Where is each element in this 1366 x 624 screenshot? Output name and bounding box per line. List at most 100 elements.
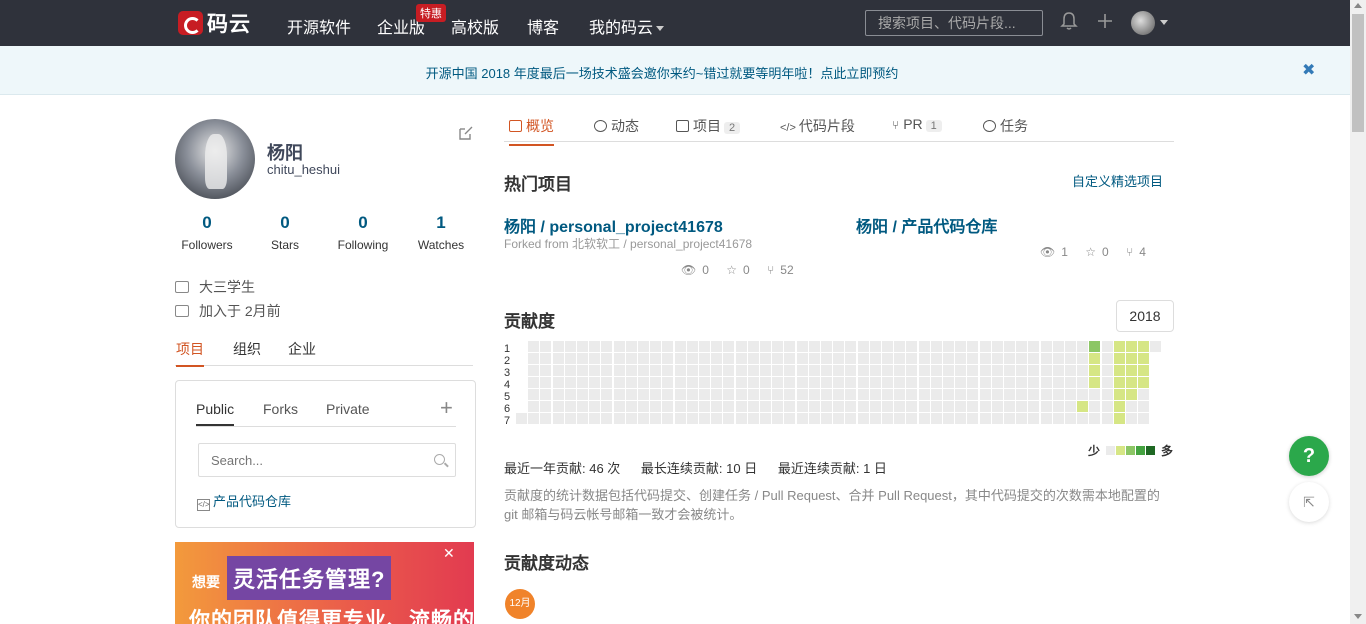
heatmap-cell[interactable] [565, 413, 576, 424]
heatmap-cell[interactable] [687, 341, 698, 352]
heatmap-cell[interactable] [845, 365, 856, 376]
heatmap-cell[interactable] [626, 401, 637, 412]
heatmap-cell[interactable] [1028, 413, 1039, 424]
scroll-up-arrow-icon[interactable] [1354, 3, 1362, 8]
promo-close-icon[interactable]: ✕ [443, 545, 455, 562]
heatmap-cell[interactable] [638, 389, 649, 400]
heatmap-cell[interactable] [650, 377, 661, 388]
heatmap-cell[interactable] [845, 413, 856, 424]
heatmap-cell[interactable] [919, 377, 930, 388]
heatmap-cell[interactable] [1065, 365, 1076, 376]
repo-tab-private[interactable]: Private [326, 401, 370, 424]
heatmap-cell[interactable] [614, 377, 625, 388]
heatmap-cell[interactable] [943, 353, 954, 364]
heatmap-cell[interactable] [540, 353, 551, 364]
heatmap-cell[interactable] [1028, 389, 1039, 400]
heatmap-cell[interactable] [906, 389, 917, 400]
heatmap-cell[interactable] [638, 341, 649, 352]
add-repo-plus-icon[interactable]: + [440, 395, 453, 421]
heatmap-cell[interactable] [675, 413, 686, 424]
heatmap-cell[interactable] [638, 377, 649, 388]
heatmap-cell[interactable] [662, 401, 673, 412]
heatmap-cell[interactable] [577, 389, 588, 400]
heatmap-cell[interactable] [699, 389, 710, 400]
heatmap-cell[interactable] [1102, 365, 1113, 376]
heatmap-cell[interactable] [870, 401, 881, 412]
heatmap-cell[interactable] [662, 353, 673, 364]
heatmap-cell[interactable] [614, 365, 625, 376]
heatmap-cell[interactable] [723, 353, 734, 364]
heatmap-cell[interactable] [919, 401, 930, 412]
heatmap-cell[interactable] [1053, 377, 1064, 388]
heatmap-cell[interactable] [858, 389, 869, 400]
tab-issues[interactable]: 任务 [983, 116, 1028, 144]
heatmap-cell[interactable] [931, 365, 942, 376]
heatmap-cell[interactable] [1004, 413, 1015, 424]
heatmap-cell[interactable] [577, 341, 588, 352]
heatmap-cell[interactable] [589, 353, 600, 364]
heatmap-cell[interactable] [906, 401, 917, 412]
heatmap-cell[interactable] [748, 353, 759, 364]
heatmap-cell[interactable] [1138, 341, 1149, 352]
heatmap-cell[interactable] [870, 413, 881, 424]
heatmap-cell[interactable] [723, 413, 734, 424]
heatmap-cell[interactable] [931, 353, 942, 364]
heatmap-cell[interactable] [967, 353, 978, 364]
tab-projects[interactable]: 项目 [176, 339, 204, 367]
heatmap-cell[interactable] [797, 389, 808, 400]
heatmap-cell[interactable] [797, 377, 808, 388]
heatmap-cell[interactable] [1126, 401, 1137, 412]
heatmap-cell[interactable] [1004, 365, 1015, 376]
heatmap-cell[interactable] [626, 341, 637, 352]
heatmap-cell[interactable] [992, 377, 1003, 388]
heatmap-cell[interactable] [638, 413, 649, 424]
heatmap-cell[interactable] [955, 365, 966, 376]
heatmap-cell[interactable] [748, 365, 759, 376]
heatmap-cell[interactable] [980, 365, 991, 376]
heatmap-cell[interactable] [797, 413, 808, 424]
heatmap-cell[interactable] [736, 377, 747, 388]
heatmap-cell[interactable] [760, 341, 771, 352]
heatmap-cell[interactable] [760, 365, 771, 376]
heatmap-cell[interactable] [967, 413, 978, 424]
heatmap-cell[interactable] [540, 341, 551, 352]
heatmap-cell[interactable] [1053, 413, 1064, 424]
heatmap-cell[interactable] [870, 365, 881, 376]
heatmap-cell[interactable] [980, 389, 991, 400]
heatmap-cell[interactable] [553, 353, 564, 364]
heatmap-cell[interactable] [699, 413, 710, 424]
heatmap-cell[interactable] [772, 389, 783, 400]
heatmap-cell[interactable] [687, 377, 698, 388]
heatmap-cell[interactable] [882, 341, 893, 352]
heatmap-cell[interactable] [809, 401, 820, 412]
heatmap-cell[interactable] [980, 353, 991, 364]
heatmap-cell[interactable] [614, 353, 625, 364]
customize-projects-link[interactable]: 自定义精选项目 [1072, 171, 1163, 190]
heatmap-cell[interactable] [540, 389, 551, 400]
heatmap-cell[interactable] [1077, 377, 1088, 388]
heatmap-cell[interactable] [992, 413, 1003, 424]
heatmap-cell[interactable] [1016, 389, 1027, 400]
heatmap-cell[interactable] [943, 341, 954, 352]
heatmap-cell[interactable] [589, 365, 600, 376]
scrollbar[interactable] [1350, 0, 1366, 624]
heatmap-cell[interactable] [565, 401, 576, 412]
heatmap-cell[interactable] [821, 389, 832, 400]
heatmap-cell[interactable] [650, 341, 661, 352]
heatmap-cell[interactable] [577, 365, 588, 376]
heatmap-cell[interactable] [894, 365, 905, 376]
heatmap-cell[interactable] [931, 341, 942, 352]
heatmap-cell[interactable] [1004, 353, 1015, 364]
heatmap-cell[interactable] [955, 377, 966, 388]
heatmap-cell[interactable] [809, 365, 820, 376]
heatmap-cell[interactable] [772, 401, 783, 412]
heatmap-cell[interactable] [516, 413, 527, 424]
repo-tab-forks[interactable]: Forks [263, 401, 298, 424]
heatmap-cell[interactable] [967, 365, 978, 376]
heatmap-cell[interactable] [601, 353, 612, 364]
edit-profile-icon[interactable] [458, 125, 474, 144]
heatmap-cell[interactable] [943, 413, 954, 424]
heatmap-cell[interactable] [589, 401, 600, 412]
heatmap-cell[interactable] [919, 389, 930, 400]
heatmap-cell[interactable] [638, 353, 649, 364]
